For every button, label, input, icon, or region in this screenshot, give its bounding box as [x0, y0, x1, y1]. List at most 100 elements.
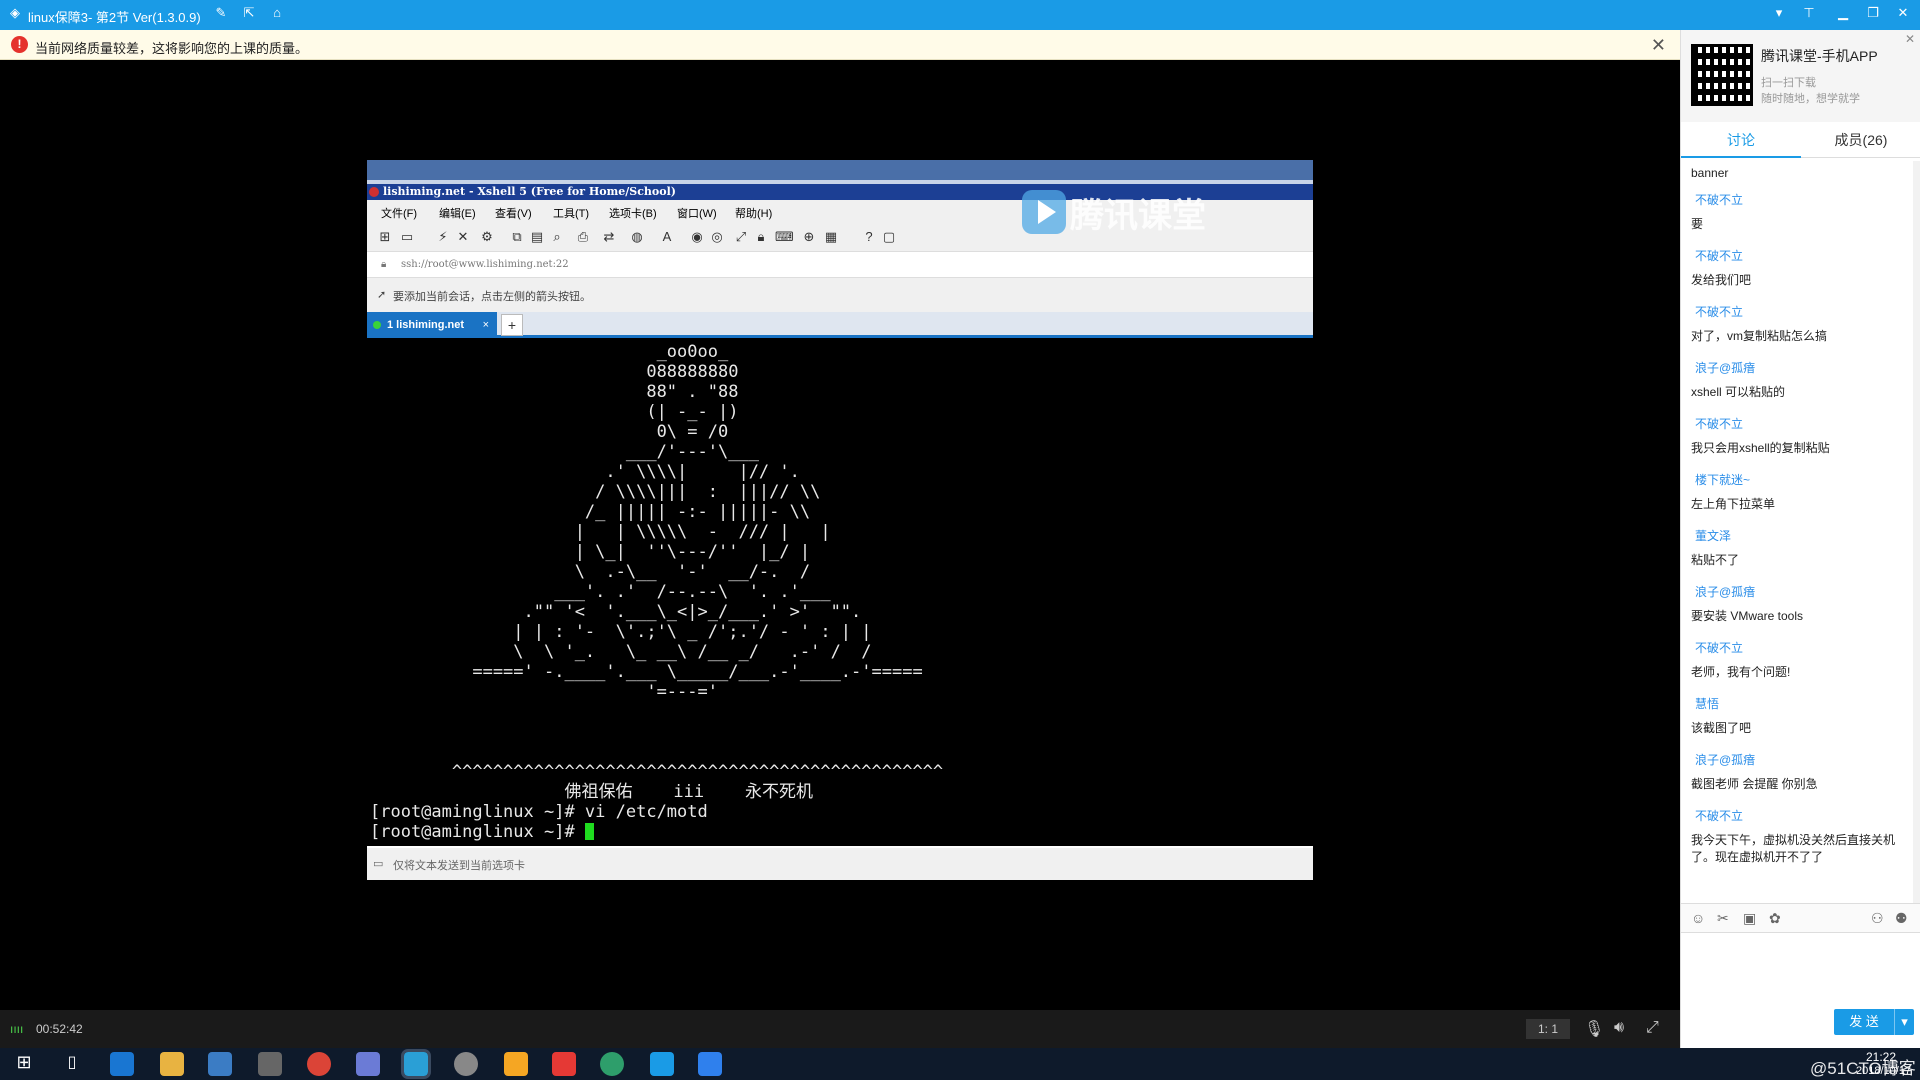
tab-discussion[interactable]: 讨论 — [1681, 122, 1801, 158]
chat-user[interactable]: 不破不立 — [1691, 247, 1751, 264]
user-icon[interactable]: ⚉ — [1895, 910, 1908, 927]
terminal-line: 088888880 — [370, 362, 739, 382]
copy-icon[interactable]: ⧉ — [509, 229, 525, 245]
chat-scrollbar[interactable] — [1913, 161, 1920, 903]
tab-close-icon[interactable]: × — [483, 312, 489, 338]
menu-tools[interactable]: 工具(T) — [553, 205, 589, 221]
send-options-icon[interactable]: ▾ — [1894, 1009, 1914, 1035]
find-icon[interactable]: ⌕ — [549, 229, 565, 245]
reconnect-icon[interactable]: ⚡ — [435, 229, 451, 245]
menu-tabs[interactable]: 选项卡(B) — [609, 205, 657, 221]
minimize-icon[interactable]: ▁ — [1834, 5, 1852, 23]
terminal[interactable]: _oo0oo_ 088888880 88" . "88 (| -_- |) 0\… — [367, 338, 1313, 846]
tab-lishiming[interactable]: 1 lishiming.net × — [367, 312, 497, 338]
home-icon[interactable]: ⌂ — [268, 5, 286, 23]
user-add-icon[interactable]: ⚇ — [1871, 910, 1884, 927]
app-icon-3[interactable] — [504, 1052, 528, 1076]
file-explorer-icon[interactable] — [160, 1052, 184, 1076]
font-icon[interactable]: A — [659, 229, 675, 245]
add-tab-button[interactable]: + — [501, 314, 523, 336]
app-icon-5[interactable] — [650, 1052, 674, 1076]
send-button[interactable]: 发 送 ▾ — [1834, 1009, 1914, 1035]
fullscreen-icon[interactable]: ⤢ — [733, 229, 749, 245]
menu-file[interactable]: 文件(F) — [381, 205, 417, 221]
app-icon-2[interactable] — [454, 1052, 478, 1076]
app-icon-6[interactable] — [698, 1052, 722, 1076]
warning-close-icon[interactable]: ✕ — [1651, 35, 1666, 56]
chrome-icon[interactable] — [307, 1052, 331, 1076]
chat-icon[interactable]: ▢ — [881, 229, 897, 245]
menu-help[interactable]: 帮助(H) — [735, 205, 772, 221]
image-icon[interactable]: ▣ — [1743, 910, 1756, 927]
ratio-button[interactable]: 1: 1 — [1526, 1019, 1570, 1039]
chat-user[interactable]: 不破不立 — [1691, 415, 1830, 432]
new-session-icon[interactable]: ⊞ — [377, 229, 393, 245]
restore-icon[interactable]: ❐ — [1864, 5, 1882, 23]
properties-icon[interactable]: ⚙ — [479, 229, 495, 245]
menu-window[interactable]: 窗口(W) — [677, 205, 717, 221]
arrow-icon[interactable]: ➚ — [377, 288, 386, 301]
xftp-icon[interactable]: ◉ — [689, 229, 705, 245]
chat-user[interactable]: 不破不立 — [1691, 303, 1827, 320]
close-icon[interactable]: ✕ — [1894, 5, 1912, 23]
chat-user[interactable]: 慧悟 — [1691, 695, 1751, 712]
chat-user[interactable]: 不破不立 — [1691, 807, 1903, 824]
transfer-icon[interactable]: ⇄ — [601, 229, 617, 245]
chat-message: 不破不立 老师，我有个问题! — [1691, 639, 1790, 681]
scissors-icon[interactable]: ✂ — [1717, 910, 1729, 927]
chat-input[interactable] — [1681, 934, 1920, 1004]
flower-icon[interactable]: ✿ — [1769, 910, 1781, 927]
open-folder-icon[interactable]: ▭ — [399, 229, 415, 245]
lock-icon[interactable]: 🔒︎ — [753, 229, 769, 245]
app-icon-4[interactable] — [600, 1052, 624, 1076]
task-view-icon[interactable]: ▯ — [60, 1052, 84, 1076]
chat-user[interactable]: 不破不立 — [1691, 191, 1743, 208]
disconnect-icon[interactable]: ✕ — [455, 229, 471, 245]
dropdown-icon[interactable]: ▾ — [1770, 5, 1788, 23]
menu-view[interactable]: 查看(V) — [495, 205, 532, 221]
youdao-icon[interactable] — [552, 1052, 576, 1076]
chat-user[interactable]: 不破不立 — [1691, 639, 1790, 656]
speaker-icon[interactable]: 🔊︎ — [1614, 1019, 1624, 1037]
tab-members[interactable]: 成员(26) — [1801, 122, 1920, 158]
chat-message: 楼下就迷~ 左上角下拉菜单 — [1691, 471, 1775, 513]
share-icon[interactable]: ⇱ — [240, 5, 258, 23]
terminal-line: 88" . "88 — [370, 382, 739, 402]
menu-edit[interactable]: 编辑(E) — [439, 205, 476, 221]
chat-text: 我今天下午，虚拟机没关然后直接关机了。现在虚拟机开不了了 — [1691, 833, 1896, 864]
print-icon[interactable]: ⎙ — [575, 229, 591, 245]
chat-user[interactable]: 浪子@孤瘖 — [1691, 751, 1818, 768]
app-icon-1[interactable] — [356, 1052, 380, 1076]
chat-text: banner — [1691, 166, 1729, 180]
mail-icon[interactable] — [258, 1052, 282, 1076]
keyboard-icon[interactable]: ⌨ — [775, 229, 794, 245]
globe-icon[interactable]: ◍ — [629, 229, 645, 245]
start-icon[interactable]: ⊞ — [12, 1052, 36, 1076]
add-icon[interactable]: ⊕ — [801, 229, 817, 245]
chat-user[interactable]: 楼下就迷~ — [1691, 471, 1775, 488]
chat-user[interactable]: 浪子@孤瘖 — [1691, 359, 1785, 376]
tencent-classroom-watermark: 腾讯课堂 — [1022, 188, 1206, 237]
layout-icon[interactable]: ▦ — [823, 229, 839, 245]
chat-text: 截图老师 会提醒 你别急 — [1691, 777, 1818, 791]
edit-icon[interactable]: ✎ — [212, 5, 230, 23]
fullscreen-icon[interactable]: ⤢ — [1646, 1019, 1659, 1037]
mic-muted-icon[interactable]: 🎙︎ — [1584, 1019, 1604, 1039]
xshell-title: lishiming.net - Xshell 5 (Free for Home/… — [383, 185, 676, 198]
edge-icon[interactable] — [110, 1052, 134, 1076]
help-icon[interactable]: ? — [861, 229, 877, 245]
panel-close-icon[interactable]: ✕ — [1905, 32, 1915, 46]
app-title: 腾讯课堂-手机APP — [1761, 48, 1878, 64]
script-icon[interactable]: ◎ — [709, 229, 725, 245]
address-text[interactable]: ssh://root@www.lishiming.net:22 — [401, 259, 569, 270]
app-sub2: 随时随地，想学就学 — [1761, 93, 1860, 105]
tencent-classroom-icon[interactable] — [401, 1049, 431, 1079]
paste-icon[interactable]: ▤ — [529, 229, 545, 245]
store-icon[interactable] — [208, 1052, 232, 1076]
compose-bar[interactable]: ▭ 仅将文本发送到当前选项卡 — [367, 846, 1313, 880]
chat-user[interactable]: 董文泽 — [1691, 527, 1739, 544]
pin-icon[interactable]: ⊤ — [1800, 5, 1818, 23]
emoji-icon[interactable]: ☺ — [1691, 910, 1705, 926]
connected-status-icon — [373, 321, 381, 329]
chat-user[interactable]: 浪子@孤瘖 — [1691, 583, 1803, 600]
